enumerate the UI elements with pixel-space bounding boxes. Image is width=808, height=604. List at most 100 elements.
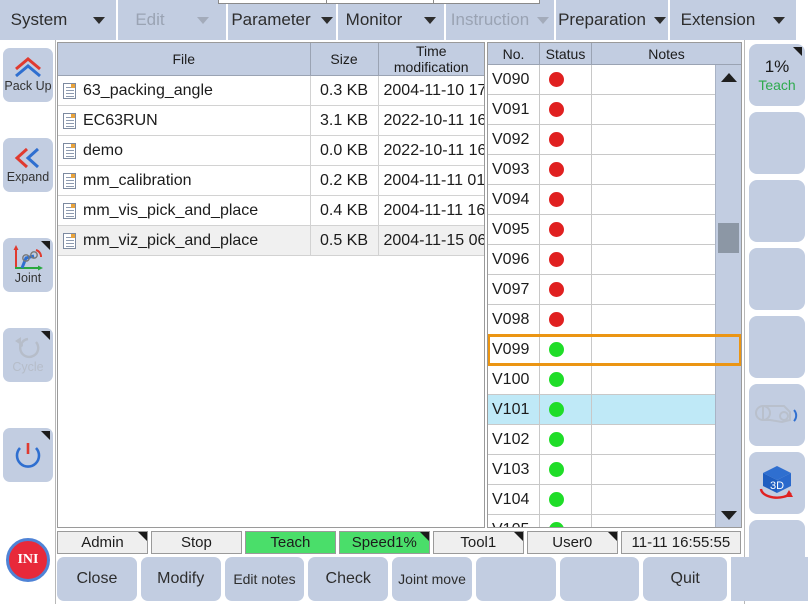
file-col-header-file[interactable]: File (58, 43, 311, 76)
variable-no-cell: V104 (488, 485, 540, 514)
variable-table-row[interactable]: V094 (488, 185, 741, 215)
variable-status-cell (540, 485, 592, 514)
variable-no-cell: V101 (488, 395, 540, 424)
variable-table-row[interactable]: V104 (488, 485, 741, 515)
rail-button-rail-slot-3[interactable] (749, 180, 805, 242)
variable-status-cell (540, 515, 592, 527)
file-table-row[interactable]: 63_packing_angle 0.3 KB2004-11-10 17:17 (58, 75, 484, 106)
rail-button-expand[interactable]: Expand (3, 138, 53, 192)
file-time-cell: 2004-11-11 16:51 (378, 195, 484, 226)
rail-button-pack-up[interactable]: Pack Up (3, 48, 53, 102)
status-red-dot-icon (549, 282, 564, 297)
file-table-row[interactable]: mm_viz_pick_and_place 0.5 KB2004-11-15 06… (58, 225, 484, 256)
function-button-modify[interactable]: Modify (140, 557, 221, 601)
rail-button-joint[interactable]: Joint (3, 238, 53, 292)
file-table-row[interactable]: mm_calibration 0.2 KB2004-11-11 01:42 (58, 165, 484, 196)
status-run-state[interactable]: Stop (150, 531, 242, 554)
document-icon (63, 112, 76, 129)
rail-button-rail-slot-4[interactable] (749, 248, 805, 310)
file-col-header-size[interactable]: Size (310, 43, 379, 76)
status-tool-coord[interactable]: Tool1 (432, 531, 524, 554)
status-red-dot-icon (549, 222, 564, 237)
rail-button-view-3d[interactable]: 3D (749, 452, 805, 514)
function-button-label: Modify (157, 570, 205, 587)
status-speed-status[interactable]: Speed1% (338, 531, 430, 554)
variable-scrollbar[interactable] (715, 65, 741, 527)
rail-button-cycle[interactable]: Cycle (3, 328, 53, 382)
function-button-edit-notes[interactable]: Edit notes (224, 557, 305, 601)
function-button-blank-2[interactable] (559, 557, 640, 601)
var-col-header-status[interactable]: Status (540, 43, 592, 64)
status-user-coord[interactable]: User0 (526, 531, 618, 554)
variable-table-row[interactable]: V100 (488, 365, 741, 395)
scroll-up-button[interactable] (716, 65, 741, 89)
status-teach-mode[interactable]: Teach (244, 531, 336, 554)
variable-table-row[interactable]: V105 (488, 515, 741, 527)
rail-button-rail-slot-5[interactable] (749, 316, 805, 378)
function-button-blank-1[interactable] (475, 557, 556, 601)
file-time-cell: 2004-11-11 01:42 (378, 165, 484, 196)
variable-table-row[interactable]: V097 (488, 275, 741, 305)
scroll-down-button[interactable] (716, 503, 741, 527)
variable-no-cell: V103 (488, 455, 540, 484)
function-button-blank-3[interactable] (730, 557, 808, 601)
variable-no-cell: V102 (488, 425, 540, 454)
var-col-header-notes[interactable]: Notes (592, 43, 741, 64)
variable-table-row[interactable]: V096 (488, 245, 741, 275)
variable-status-cell (540, 185, 592, 214)
variable-table-row[interactable]: V093 (488, 155, 741, 185)
document-icon (63, 172, 76, 189)
variable-table-row[interactable]: V090 (488, 65, 741, 95)
variable-table-row[interactable]: V101 (488, 395, 741, 425)
scrollbar-thumb[interactable] (718, 223, 739, 253)
file-time-cell: 2022-10-11 16:02 (378, 135, 484, 166)
function-button-close[interactable]: Close (57, 557, 137, 601)
status-user-level[interactable]: Admin (57, 531, 148, 554)
variable-table-row[interactable]: V092 (488, 125, 741, 155)
variable-table-row[interactable]: V103 (488, 455, 741, 485)
menu-item-preparation[interactable]: Preparation (556, 0, 670, 40)
function-button-check[interactable]: Check (308, 557, 389, 601)
menu-item-monitor[interactable]: Monitor (338, 0, 446, 40)
chevron-up-double-icon (13, 56, 43, 79)
status-green-dot-icon (549, 372, 564, 387)
file-table-row[interactable]: mm_vis_pick_and_place 0.4 KB 2004-11-11 16… (58, 195, 484, 226)
menu-item-extension[interactable]: Extension (670, 0, 798, 40)
variable-no-cell: V092 (488, 125, 540, 154)
variable-table-row[interactable]: V091 (488, 95, 741, 125)
variable-notes-cell[interactable] (592, 335, 741, 364)
variable-table-row[interactable]: V098 (488, 305, 741, 335)
file-table-row[interactable]: demo 0.0 KB2022-10-11 16:02 (58, 135, 484, 166)
rail-button-drag-teach[interactable] (749, 384, 805, 446)
variable-no-cell: V096 (488, 245, 540, 274)
status-label: Admin (81, 534, 124, 551)
rail-button-power[interactable] (3, 428, 53, 482)
variable-list-panel[interactable]: No. Status Notes V090 V091 V092 V093 V094 V09… (487, 42, 742, 528)
corner-submenu-indicator-icon (607, 532, 617, 541)
ini-status-badge[interactable]: INI (6, 538, 50, 582)
file-size-cell: 3.1 KB (310, 105, 379, 136)
corner-submenu-indicator-icon (41, 431, 50, 440)
file-table-row[interactable]: EC63RUN 3.1 KB2022-10-11 16:17 (58, 105, 484, 136)
menu-item-parameter[interactable]: Parameter (228, 0, 338, 40)
variable-status-cell (540, 395, 592, 424)
file-size-cell: 0.0 KB (310, 135, 379, 166)
variable-table-row[interactable]: V099 (488, 334, 741, 366)
function-button-quit[interactable]: Quit (643, 557, 727, 601)
menu-item-system[interactable]: System (0, 0, 118, 40)
variable-table-row[interactable]: V102 (488, 425, 741, 455)
file-size-cell: 0.4 KB (310, 195, 379, 226)
variable-table-row[interactable]: V095 (488, 215, 741, 245)
status-datetime[interactable]: 11-11 16:55:55 (620, 531, 741, 554)
file-size-cell: 0.3 KB (310, 75, 379, 106)
status-red-dot-icon (549, 162, 564, 177)
file-name-label: demo (83, 141, 124, 159)
file-name-label: mm_calibration (83, 171, 192, 189)
rail-button-rail-slot-2[interactable] (749, 112, 805, 174)
function-button-joint-move[interactable]: Joint move (392, 557, 472, 601)
file-list-panel[interactable]: File Size Time modification 63_packing_a… (57, 42, 485, 528)
file-col-header-time[interactable]: Time modification (378, 43, 484, 76)
var-col-header-no[interactable]: No. (488, 43, 540, 64)
rail-button-speed-teach[interactable]: 1% Teach (749, 44, 805, 106)
rail-button-label: Expand (6, 169, 50, 184)
